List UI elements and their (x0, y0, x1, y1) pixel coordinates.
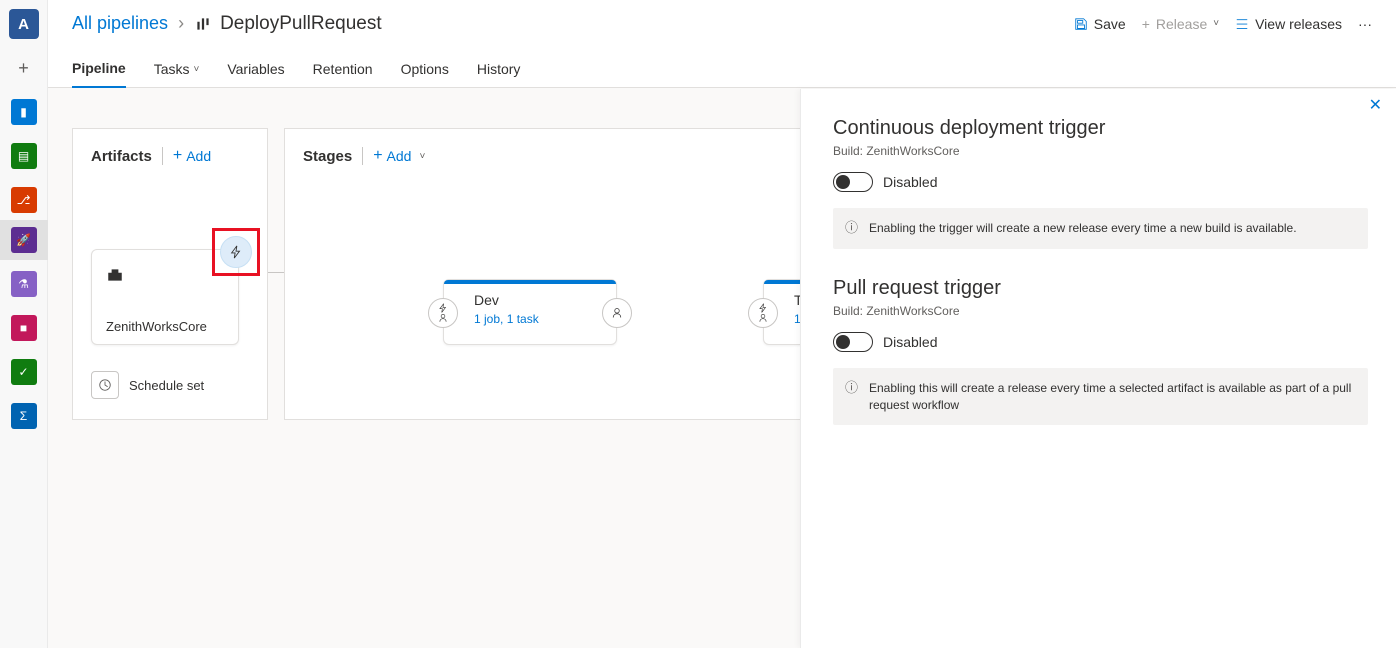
tab-tasks-label: Tasks (154, 61, 190, 77)
artifacts-title: Artifacts (91, 148, 152, 165)
post-deploy-conditions[interactable] (602, 298, 632, 328)
new-project-button[interactable]: + (8, 52, 40, 84)
nav-compliance[interactable]: ✓ (8, 356, 40, 388)
lightning-icon (229, 245, 243, 259)
list-icon (1235, 17, 1249, 31)
repos-icon: ⎇ (11, 187, 37, 213)
stages-header: Stages + Add ˅ (285, 129, 843, 165)
trigger-settings-panel: ✕ Continuous deployment trigger Build: Z… (800, 89, 1396, 648)
plus-icon: + (173, 147, 182, 165)
nav-boards[interactable]: ▤ (8, 140, 40, 172)
org-initial: A (9, 9, 39, 39)
cd-toggle-row: Disabled (833, 172, 1368, 192)
nav-pipelines[interactable]: 🚀 (0, 220, 48, 260)
artifacts-panel: Artifacts +Add ZenithWorksCore Schedule … (72, 128, 268, 420)
wiki-icon: Σ (11, 403, 37, 429)
pipeline-icon (194, 15, 212, 33)
person-icon (611, 307, 623, 319)
toggle-knob (836, 335, 850, 349)
save-button[interactable]: Save (1074, 16, 1126, 32)
add-artifact-button[interactable]: +Add (173, 147, 211, 165)
breadcrumb: All pipelines › DeployPullRequest (72, 13, 382, 35)
nav-wiki[interactable]: Σ (8, 400, 40, 432)
left-navbar: A + ▮ ▤ ⎇ 🚀 ⚗ ■ ✓ Σ (0, 0, 48, 648)
view-releases-label: View releases (1255, 16, 1342, 32)
nav-artifacts[interactable]: ■ (8, 312, 40, 344)
more-menu-button[interactable]: ··· (1358, 16, 1372, 32)
artifact-card[interactable]: ZenithWorksCore (91, 249, 239, 345)
tab-variables[interactable]: Variables (227, 53, 284, 87)
save-icon (1074, 17, 1088, 31)
artifact-name: ZenithWorksCore (106, 319, 226, 334)
pipelines-icon: 🚀 (11, 227, 37, 253)
schedule-label: Schedule set (129, 378, 204, 393)
cd-trigger-subtitle: Build: ZenithWorksCore (833, 144, 1368, 158)
plus-icon: + (1142, 16, 1150, 32)
person-icon (758, 313, 768, 323)
artifacts-icon: ■ (11, 315, 37, 341)
stage-name: Dev (474, 292, 606, 308)
divider (362, 147, 363, 165)
cd-trigger-title: Continuous deployment trigger (833, 117, 1368, 140)
add-stage-button[interactable]: + Add ˅ (373, 147, 425, 165)
chevron-down-icon: ˅ (193, 64, 199, 75)
pre-deploy-conditions[interactable] (748, 298, 778, 328)
nav-testplans[interactable]: ⚗ (8, 268, 40, 300)
header-actions: Save + Release ˅ View releases ··· (1074, 16, 1372, 32)
save-label: Save (1094, 16, 1126, 32)
compliance-icon: ✓ (11, 359, 37, 385)
view-releases-button[interactable]: View releases (1235, 16, 1342, 32)
schedule-row[interactable]: Schedule set (91, 371, 204, 399)
lightning-icon (758, 303, 768, 313)
stage-card-dev[interactable]: Dev 1 job, 1 task (443, 279, 617, 345)
build-icon (106, 266, 124, 284)
cd-info-box: Enabling the trigger will create a new r… (833, 208, 1368, 249)
stages-panel: Stages + Add ˅ Dev 1 job, 1 task (284, 128, 844, 420)
testplans-icon: ⚗ (11, 271, 37, 297)
pre-deploy-conditions[interactable] (428, 298, 458, 328)
pr-toggle-row: Disabled (833, 332, 1368, 352)
release-label: Release (1156, 16, 1207, 32)
tab-retention[interactable]: Retention (313, 53, 373, 87)
release-button[interactable]: + Release ˅ (1142, 16, 1219, 32)
add-label: Add (186, 148, 211, 164)
add-label: Add (387, 148, 412, 164)
nav-repos[interactable]: ⎇ (8, 184, 40, 216)
pr-toggle[interactable] (833, 332, 873, 352)
pr-toggle-label: Disabled (883, 334, 937, 350)
chevron-down-icon: ˅ (1213, 18, 1219, 29)
breadcrumb-current: DeployPullRequest (194, 13, 382, 35)
header: All pipelines › DeployPullRequest Save +… (48, 0, 1396, 48)
plus-icon: + (373, 147, 382, 165)
chevron-down-icon: ˅ (419, 151, 425, 162)
lightning-icon (438, 303, 448, 313)
tab-tasks[interactable]: Tasks˅ (154, 53, 200, 87)
toggle-knob (836, 175, 850, 189)
artifacts-header: Artifacts +Add (73, 129, 267, 165)
person-icon (438, 313, 448, 323)
pr-info-box: Enabling this will create a release ever… (833, 368, 1368, 426)
nav-overview[interactable]: ▮ (8, 96, 40, 128)
pr-trigger-title: Pull request trigger (833, 277, 1368, 300)
breadcrumb-root[interactable]: All pipelines (72, 13, 168, 34)
tab-pipeline[interactable]: Pipeline (72, 52, 126, 88)
close-panel-button[interactable]: ✕ (1369, 95, 1382, 115)
divider (162, 147, 163, 165)
tab-options[interactable]: Options (401, 53, 449, 87)
pr-trigger-subtitle: Build: ZenithWorksCore (833, 304, 1368, 318)
clock-icon (91, 371, 119, 399)
cd-toggle-label: Disabled (883, 174, 937, 190)
tab-history[interactable]: History (477, 53, 521, 87)
page-title: DeployPullRequest (220, 13, 382, 35)
stage-detail-link[interactable]: 1 job, 1 task (474, 312, 606, 326)
boards-icon: ▤ (11, 143, 37, 169)
cd-trigger-button[interactable] (220, 236, 252, 268)
tabs: Pipeline Tasks˅ Variables Retention Opti… (48, 48, 1396, 88)
overview-icon: ▮ (11, 99, 37, 125)
org-badge[interactable]: A (8, 8, 40, 40)
breadcrumb-separator: › (178, 13, 184, 34)
stages-title: Stages (303, 148, 352, 165)
cd-toggle[interactable] (833, 172, 873, 192)
